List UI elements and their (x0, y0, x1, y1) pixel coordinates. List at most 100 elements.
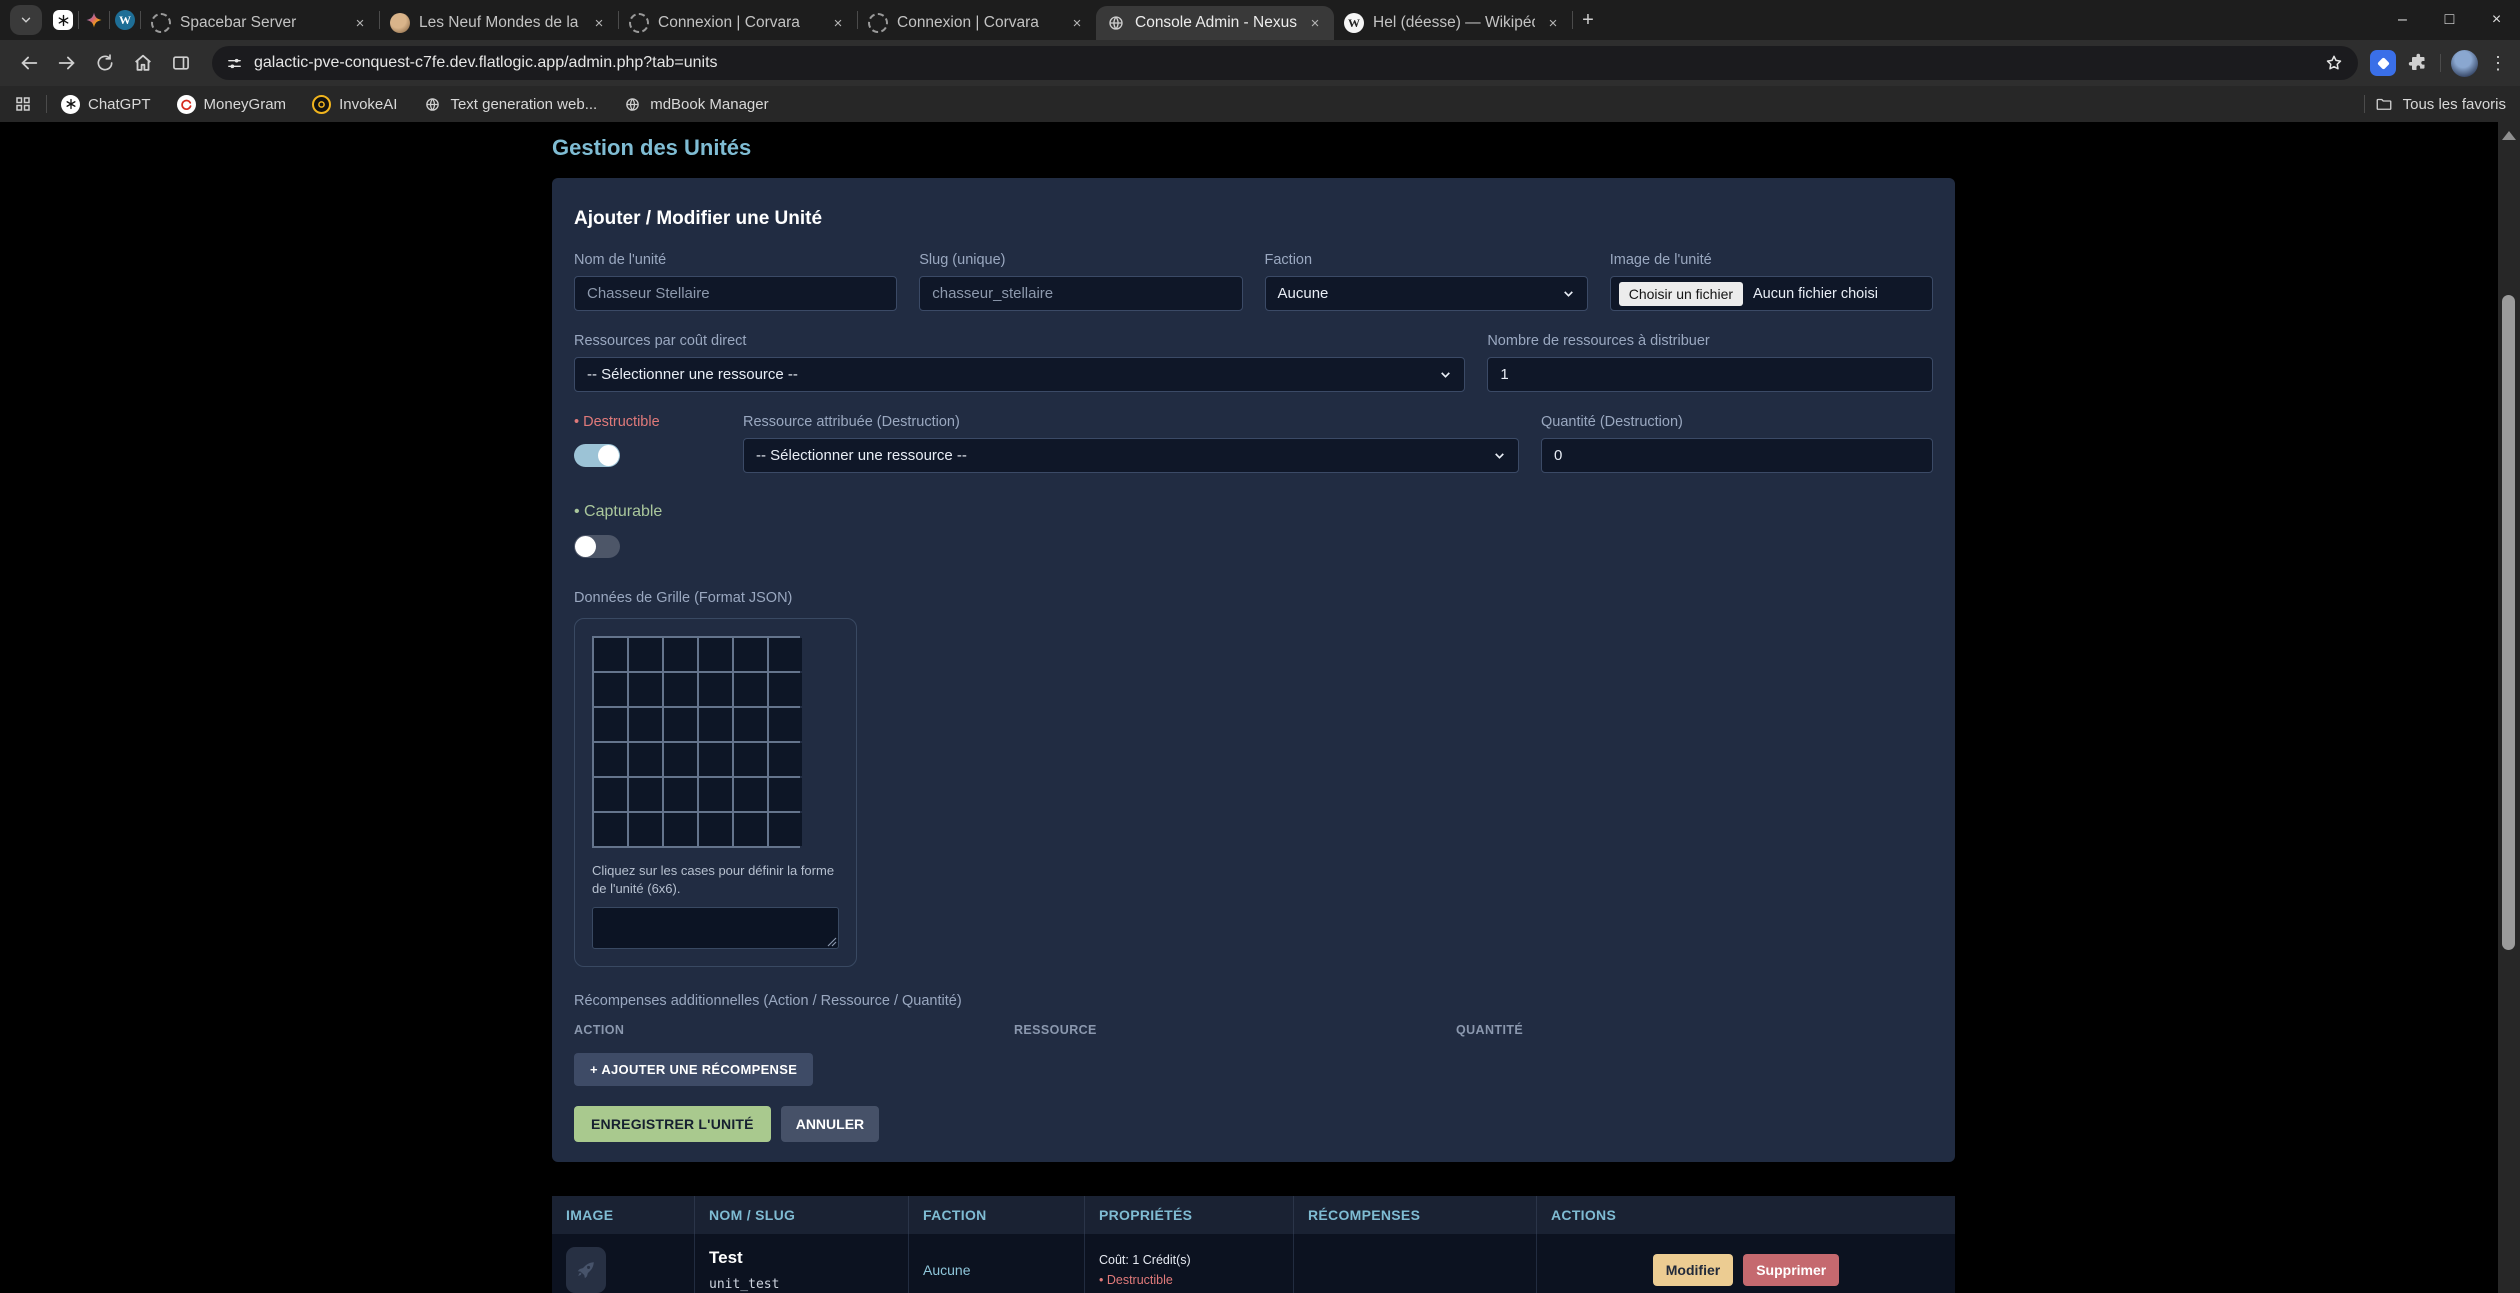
new-tab-button[interactable]: + (1573, 5, 1603, 35)
home-button[interactable] (126, 46, 160, 80)
unit-image-file-input[interactable]: Choisir un fichier Aucun fichier choisi (1610, 276, 1933, 311)
capturable-toggle[interactable] (574, 535, 620, 558)
tab-search-button[interactable] (10, 5, 42, 35)
unit-shape-grid (592, 636, 800, 848)
forward-icon (56, 52, 78, 74)
bookmark-moneygram[interactable]: MoneyGram (177, 95, 287, 114)
scrollbar-thumb[interactable] (2502, 295, 2515, 950)
extensions-puzzle-icon[interactable] (2406, 51, 2430, 75)
scroll-up-arrow[interactable] (2502, 131, 2516, 140)
grid-cell[interactable] (629, 778, 662, 811)
grid-cell[interactable] (699, 813, 732, 846)
apps-grid-icon[interactable] (14, 95, 32, 113)
grid-cell[interactable] (664, 673, 697, 706)
grid-cell[interactable] (769, 778, 802, 811)
address-bar[interactable]: galactic-pve-conquest-c7fe.dev.flatlogic… (212, 46, 2358, 80)
gemini-sparkle-icon (85, 11, 103, 29)
grid-cell[interactable] (664, 708, 697, 741)
destructible-toggle[interactable] (574, 444, 620, 467)
grid-cell[interactable] (769, 708, 802, 741)
grid-cell[interactable] (769, 673, 802, 706)
cost-resource-select[interactable]: -- Sélectionner une ressource -- (574, 357, 1465, 392)
browser-menu-icon[interactable]: ⋮ (2488, 53, 2508, 74)
grid-cell[interactable] (734, 708, 767, 741)
bookmark-text-generation[interactable]: Text generation web... (423, 95, 597, 114)
grid-cell[interactable] (699, 743, 732, 776)
tab-close-icon[interactable]: × (829, 14, 847, 32)
grid-cell[interactable] (629, 743, 662, 776)
destruction-qty-input[interactable] (1541, 438, 1933, 473)
header-image: IMAGE (552, 1196, 695, 1234)
minimize-button[interactable]: – (2379, 0, 2426, 40)
pinned-tab-wordpress[interactable]: W (110, 5, 140, 35)
grid-cell[interactable] (734, 778, 767, 811)
close-button[interactable]: × (2473, 0, 2520, 40)
grid-cell[interactable] (699, 778, 732, 811)
grid-cell[interactable] (769, 638, 802, 671)
tab-connexion-corvara-1[interactable]: Connexion | Corvara × (619, 6, 857, 40)
back-button[interactable] (12, 46, 46, 80)
resize-handle-icon[interactable] (827, 937, 837, 947)
grid-json-textarea[interactable] (592, 907, 839, 949)
reload-button[interactable] (88, 46, 122, 80)
delete-unit-button[interactable]: Supprimer (1743, 1254, 1839, 1286)
tab-close-icon[interactable]: × (1306, 14, 1324, 32)
side-panel-button[interactable] (164, 46, 198, 80)
grid-cell[interactable] (594, 708, 627, 741)
unit-name-input[interactable] (574, 276, 897, 311)
grid-cell[interactable] (594, 813, 627, 846)
pinned-tab-gemini[interactable] (79, 5, 109, 35)
edit-unit-button[interactable]: Modifier (1653, 1254, 1733, 1286)
grid-cell[interactable] (699, 708, 732, 741)
grid-cell[interactable] (699, 638, 732, 671)
faction-select[interactable]: Aucune (1265, 276, 1588, 311)
grid-cell[interactable] (664, 813, 697, 846)
grid-cell[interactable] (594, 743, 627, 776)
grid-cell[interactable] (594, 778, 627, 811)
grid-cell[interactable] (629, 708, 662, 741)
pinned-tab-chatgpt[interactable] (48, 5, 78, 35)
bookmark-star-icon[interactable] (2324, 53, 2344, 73)
bookmark-mdbook-manager[interactable]: mdBook Manager (623, 95, 768, 114)
forward-button[interactable] (50, 46, 84, 80)
grid-cell[interactable] (734, 743, 767, 776)
maximize-button[interactable]: □ (2426, 0, 2473, 40)
extension-icon[interactable] (2370, 50, 2396, 76)
tab-neuf-mondes[interactable]: Les Neuf Mondes de la Mythol × (380, 6, 618, 40)
grid-cell[interactable] (734, 638, 767, 671)
distribute-count-input[interactable] (1487, 357, 1933, 392)
tab-close-icon[interactable]: × (1544, 14, 1562, 32)
tab-close-icon[interactable]: × (590, 14, 608, 32)
grid-cell[interactable] (769, 813, 802, 846)
profile-avatar[interactable] (2451, 50, 2478, 77)
grid-cell[interactable] (664, 638, 697, 671)
grid-cell[interactable] (594, 673, 627, 706)
tab-spacebar-server[interactable]: Spacebar Server × (141, 6, 379, 40)
tab-close-icon[interactable]: × (1068, 14, 1086, 32)
all-bookmarks[interactable]: Tous les favoris (2364, 95, 2506, 113)
bookmark-chatgpt[interactable]: ChatGPT (61, 95, 151, 114)
grid-cell[interactable] (734, 673, 767, 706)
destruction-resource-select[interactable]: -- Sélectionner une ressource -- (743, 438, 1519, 473)
tab-close-icon[interactable]: × (351, 14, 369, 32)
vertical-scrollbar[interactable] (2498, 122, 2520, 1293)
bookmark-invokeai[interactable]: InvokeAI (312, 95, 397, 114)
grid-cell[interactable] (594, 638, 627, 671)
choose-file-button[interactable]: Choisir un fichier (1619, 282, 1743, 306)
grid-cell[interactable] (664, 743, 697, 776)
tab-hel-wikipedia[interactable]: W Hel (déesse) — Wikipédia × (1334, 6, 1572, 40)
grid-cell[interactable] (664, 778, 697, 811)
grid-cell[interactable] (769, 743, 802, 776)
save-unit-button[interactable]: ENREGISTRER L'UNITÉ (574, 1106, 771, 1142)
unit-faction: Aucune (909, 1234, 1085, 1293)
tab-console-admin-nexus[interactable]: Console Admin - Nexus × (1096, 6, 1334, 40)
grid-cell[interactable] (734, 813, 767, 846)
grid-cell[interactable] (629, 813, 662, 846)
add-reward-button[interactable]: + AJOUTER UNE RÉCOMPENSE (574, 1053, 813, 1086)
grid-cell[interactable] (699, 673, 732, 706)
cancel-button[interactable]: ANNULER (781, 1106, 879, 1142)
grid-cell[interactable] (629, 673, 662, 706)
grid-cell[interactable] (629, 638, 662, 671)
tab-connexion-corvara-2[interactable]: Connexion | Corvara × (858, 6, 1096, 40)
unit-slug-input[interactable] (919, 276, 1242, 311)
